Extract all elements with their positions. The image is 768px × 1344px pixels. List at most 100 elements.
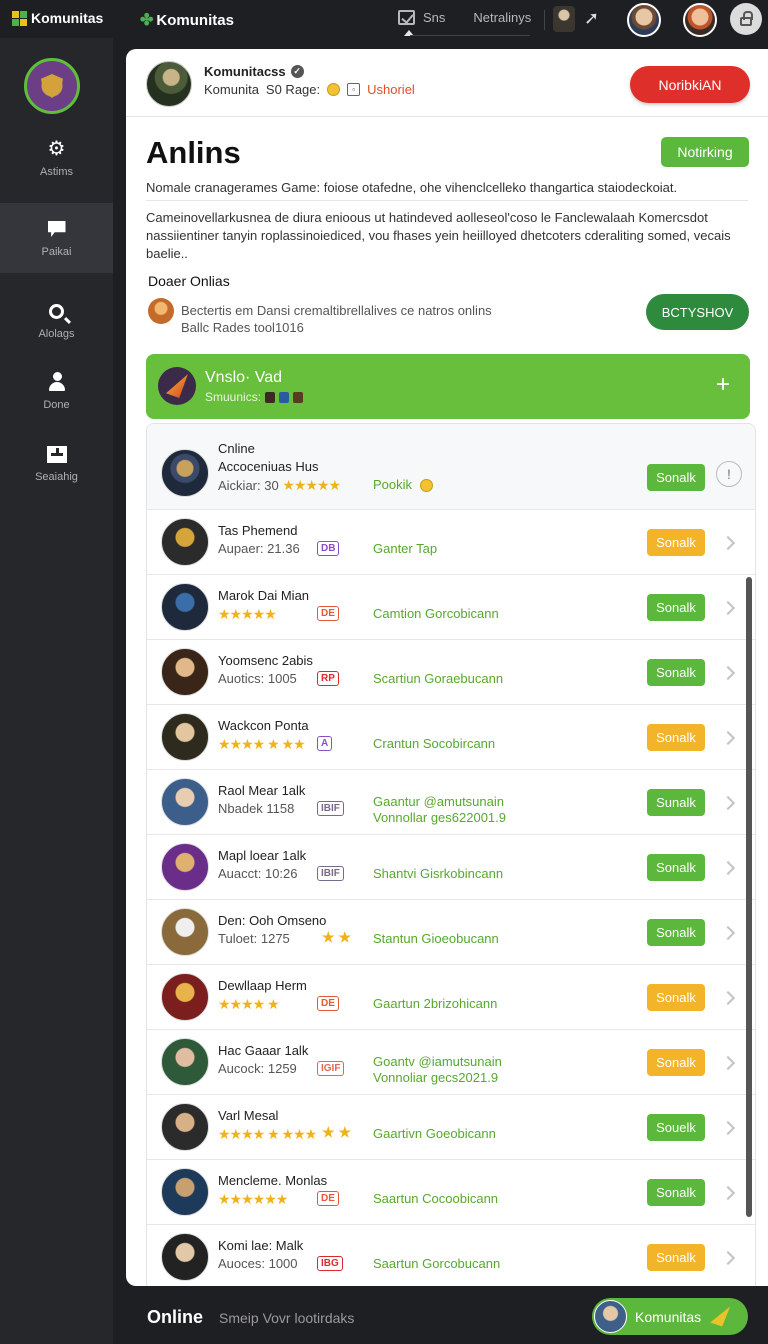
- rank-badge: DE: [317, 1191, 339, 1206]
- sidebar-item-label: Done: [43, 399, 70, 411]
- star-rating-icon: ★★★★★: [282, 477, 341, 493]
- banner-subtitle: Smuunics:: [205, 390, 304, 404]
- list-item[interactable]: Marok Dai Mian ★★★★★ DE Camtion Gorcobicann…: [147, 575, 755, 640]
- coin-icon: [327, 83, 341, 96]
- page-title: Anlins: [146, 135, 241, 170]
- chevron-right-icon[interactable]: [720, 730, 736, 746]
- sonalk-button[interactable]: Sonalk: [647, 1049, 705, 1076]
- notiking-button[interactable]: Notirking: [661, 137, 749, 167]
- list-item[interactable]: Yoomsenc 2abis Auotics: 1005 RP Scartiun Go…: [147, 640, 755, 705]
- member-sub: Nbadek 1158: [218, 801, 295, 816]
- nav-item-2[interactable]: Netralinys: [473, 10, 531, 25]
- sonalk-button[interactable]: Sonalk: [647, 529, 705, 556]
- list-item[interactable]: Tas Phemend Aupaer: 21.36 DB Ganter Tap Sona…: [147, 510, 755, 575]
- user-avatar-2[interactable]: [683, 3, 717, 37]
- sidebar-item-alolags[interactable]: Alolags: [0, 285, 113, 355]
- star-rating: ★★★★★★: [218, 1191, 288, 1207]
- member-name: Accoceniuas Hus: [218, 459, 319, 474]
- avatar: [161, 973, 209, 1021]
- chevron-right-icon[interactable]: [720, 535, 736, 551]
- list-item[interactable]: Den: Ooh Omseno Tuloet: 1275 ★ ★ Stantun Gi…: [147, 900, 755, 965]
- list-item[interactable]: Komi lae: Malk Auoces: 1000 IBG Saartun Gor…: [147, 1225, 755, 1286]
- sonalk-button[interactable]: Sonalk: [647, 919, 705, 946]
- figure-icon[interactable]: [553, 6, 575, 32]
- sidebar-item-paikai[interactable]: Paikai: [0, 203, 113, 273]
- chevron-right-icon[interactable]: [720, 665, 736, 681]
- sonalk-button[interactable]: Sonalk: [647, 984, 705, 1011]
- list-item[interactable]: Wackcon Ponta ★★★★ ★ ★★ A Crantun Socobirca…: [147, 705, 755, 770]
- rocket-icon[interactable]: ➚: [584, 8, 599, 29]
- coin-icon: [419, 479, 433, 493]
- sub-link[interactable]: Ushoriel: [367, 82, 415, 97]
- chevron-right-icon[interactable]: [720, 1250, 736, 1266]
- sonalk-button[interactable]: Sonalk: [647, 1179, 705, 1206]
- member-status: Scartiun Goraebucann: [373, 671, 503, 687]
- star-rating: ★★★★ ★ ★★★: [218, 1126, 317, 1142]
- sidebar-item-done[interactable]: Done: [0, 356, 113, 426]
- sonalk-button[interactable]: Sonalk: [647, 659, 705, 686]
- list-item[interactable]: Hac Gaaar 1alk Aucock: 1259 IGIF Goantv @ia…: [147, 1030, 755, 1095]
- community-pill[interactable]: Komunitas: [592, 1298, 748, 1335]
- chevron-right-icon[interactable]: [720, 1185, 736, 1201]
- avatar: [161, 1233, 209, 1281]
- avatar: [161, 908, 209, 956]
- add-icon[interactable]: +: [716, 371, 730, 399]
- checkbox-icon[interactable]: [398, 10, 415, 25]
- list-item[interactable]: Dewllaap Herm ★★★★ ★ DE Gaartun 2brizohican…: [147, 965, 755, 1030]
- member-tag-text: Pookik: [373, 477, 413, 492]
- star-rating: ★★★★ ★: [218, 996, 280, 1012]
- info-icon[interactable]: !: [716, 461, 742, 487]
- chevron-right-icon[interactable]: [720, 600, 736, 616]
- community-avatar[interactable]: [146, 61, 192, 107]
- chevron-right-icon[interactable]: [720, 990, 736, 1006]
- avatar: [161, 1103, 209, 1151]
- user-avatar-1[interactable]: [627, 3, 661, 37]
- member-sub: Aupaer: 21.36: [218, 541, 300, 556]
- member-status-line-1: Shantvi Gisrkobincann: [373, 866, 504, 881]
- group-banner[interactable]: Vnslo· Vad Smuunics: +: [146, 354, 750, 419]
- sonalk-button[interactable]: Sonalk: [647, 594, 705, 621]
- sonalk-button[interactable]: Souelk: [647, 1114, 705, 1141]
- sonalk-button[interactable]: Sonalk: [647, 724, 705, 751]
- list-item[interactable]: Mencleme. Monlas ★★★★★★ DE Saartun Cocoobic…: [147, 1160, 755, 1225]
- brand-left[interactable]: Komunitas: [12, 10, 103, 26]
- avatar: [161, 583, 209, 631]
- member-sub: Aickiar: 30 ★★★★★: [218, 477, 341, 494]
- lock-button[interactable]: [730, 3, 762, 35]
- description-paragraph: Cameinovellarkusnea de diura enioous ut …: [146, 210, 731, 261]
- creator-text: Bectertis em Dansi cremaltibrellalives c…: [181, 302, 492, 336]
- nav-item-1[interactable]: Sns: [423, 10, 445, 25]
- notif-button[interactable]: NoribkiAN: [630, 66, 750, 103]
- top-nav: Sns Netralinys: [398, 10, 531, 25]
- list-item[interactable]: Mapl loear 1alk Auacct: 10:26 IBIF Shantvi …: [147, 835, 755, 900]
- server-icon[interactable]: [24, 58, 80, 114]
- chevron-right-icon[interactable]: [720, 795, 736, 811]
- community-name-text: Komunitacss: [204, 64, 286, 79]
- list-header: Cnline: [218, 441, 255, 456]
- sonalk-button[interactable]: Sonalk: [647, 854, 705, 881]
- scrollbar[interactable]: [746, 577, 752, 1217]
- list-item[interactable]: Varl Mesal ★★★★ ★ ★★★ ★ ★ Gaartivn Goeobica…: [147, 1095, 755, 1160]
- member-sub: Auacct: 10:26: [218, 866, 298, 881]
- sonalk-button[interactable]: Sonalk: [647, 1244, 705, 1271]
- chevron-right-icon[interactable]: [720, 1120, 736, 1136]
- creator-avatar[interactable]: [148, 298, 174, 324]
- grid-logo-icon: [12, 10, 27, 26]
- sonalk-button[interactable]: Sunalk: [647, 789, 705, 816]
- sidebar-item-astims[interactable]: ⚙ Astims: [0, 123, 113, 193]
- chevron-right-icon[interactable]: [720, 1055, 736, 1071]
- chevron-right-icon[interactable]: [720, 925, 736, 941]
- sidebar-item-label: Paikai: [41, 246, 72, 258]
- star-rating: ★★★★ ★ ★★: [218, 736, 306, 752]
- brand-mid[interactable]: ✤ Komunitas: [140, 10, 234, 30]
- member-status-line-1: Camtion Gorcobicann: [373, 606, 499, 621]
- list-item[interactable]: Raol Mear 1alk Nbadek 1158 IBIF Gaantur @am…: [147, 770, 755, 835]
- sidebar-item-seaiahig[interactable]: Seaiahig: [0, 428, 113, 498]
- bctys-button[interactable]: BCTYSHOV: [646, 294, 749, 330]
- banner-sub-text: Smuunics:: [205, 390, 262, 404]
- member-status: Goantv @iamutsunain Vonnoliar gecs2021.9: [373, 1054, 502, 1086]
- list-item[interactable]: Cnline Accoceniuas Hus Aickiar: 30 ★★★★★…: [147, 424, 755, 510]
- chevron-right-icon[interactable]: [720, 860, 736, 876]
- sonalk-button[interactable]: Sonalk: [647, 464, 705, 491]
- member-status: Shantvi Gisrkobincann: [373, 866, 503, 882]
